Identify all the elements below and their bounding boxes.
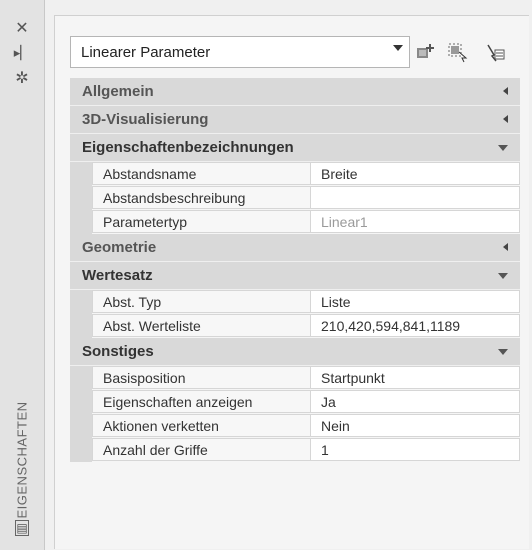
property-name: Eigenschaften anzeigen <box>92 390 310 413</box>
palette-toolstrip: ✕ ▸▏ ✲ EIGENSCHAFTEN ▤ <box>0 0 45 550</box>
row-gutter <box>70 314 92 338</box>
row-gutter <box>70 366 92 390</box>
section-title: 3D-Visualisierung <box>82 111 209 128</box>
select-objects-icon[interactable] <box>446 41 468 63</box>
property-value[interactable]: 210,420,594,841,1189 <box>310 314 520 337</box>
chevron-down-icon[interactable] <box>498 145 508 151</box>
property-row[interactable]: Abst. Typ Liste <box>70 290 520 314</box>
chevron-left-icon[interactable] <box>503 115 508 123</box>
property-row[interactable]: Abst. Werteliste 210,420,594,841,1189 <box>70 314 520 338</box>
property-row[interactable]: Parametertyp Linear1 <box>70 210 520 234</box>
property-name: Abstandsname <box>92 162 310 185</box>
property-value[interactable]: Ja <box>310 390 520 413</box>
row-gutter <box>70 414 92 438</box>
property-row[interactable]: Basisposition Startpunkt <box>70 366 520 390</box>
property-row[interactable]: Aktionen verketten Nein <box>70 414 520 438</box>
chevron-down-icon[interactable] <box>498 349 508 355</box>
row-gutter <box>70 438 92 462</box>
chevron-down-icon[interactable] <box>498 273 508 279</box>
section-title: Allgemein <box>82 83 154 100</box>
row-gutter <box>70 162 92 186</box>
property-name: Anzahl der Griffe <box>92 438 310 461</box>
object-type-dropdown[interactable]: Linearer Parameter <box>70 36 410 68</box>
palette-title: EIGENSCHAFTEN <box>14 401 30 519</box>
chevron-left-icon[interactable] <box>503 87 508 95</box>
toggle-pickadd-icon[interactable] <box>484 41 506 63</box>
property-row[interactable]: Eigenschaften anzeigen Ja <box>70 390 520 414</box>
chevron-down-icon <box>393 45 403 51</box>
object-type-value: Linearer Parameter <box>81 44 211 61</box>
section-allgemein[interactable]: Allgemein <box>70 78 520 106</box>
settings-icon[interactable]: ✲ <box>11 68 33 90</box>
property-row[interactable]: Abstandsname Breite <box>70 162 520 186</box>
property-value[interactable]: Breite <box>310 162 520 185</box>
property-name: Abst. Typ <box>92 290 310 313</box>
row-gutter <box>70 186 92 210</box>
property-name: Aktionen verketten <box>92 414 310 437</box>
section-sonstiges[interactable]: Sonstiges <box>70 338 520 366</box>
property-value: Linear1 <box>310 210 520 233</box>
property-value[interactable]: 1 <box>310 438 520 461</box>
section-title: Eigenschaftenbezeichnungen <box>82 139 294 156</box>
property-name: Abst. Werteliste <box>92 314 310 337</box>
pin-icon[interactable]: ▸▏ <box>11 42 33 64</box>
close-icon[interactable]: ✕ <box>11 18 33 40</box>
property-value[interactable] <box>310 186 520 209</box>
section-geometrie[interactable]: Geometrie <box>70 234 520 262</box>
row-gutter <box>70 290 92 314</box>
section-eigenschaftenbezeichnungen[interactable]: Eigenschaftenbezeichnungen <box>70 134 520 162</box>
property-value[interactable]: Liste <box>310 290 520 313</box>
property-value[interactable]: Nein <box>310 414 520 437</box>
row-gutter <box>70 210 92 234</box>
section-wertesatz[interactable]: Wertesatz <box>70 262 520 290</box>
quick-select-icon[interactable] <box>414 41 436 63</box>
properties-window: ✕ ▸▏ ✲ EIGENSCHAFTEN ▤ Linearer Paramete… <box>0 0 532 550</box>
section-title: Geometrie <box>82 239 157 256</box>
property-row[interactable]: Anzahl der Griffe 1 <box>70 438 520 462</box>
section-title: Wertesatz <box>82 267 153 284</box>
properties-icon[interactable]: ▤ <box>15 520 29 536</box>
section-title: Sonstiges <box>82 343 154 360</box>
property-name: Basisposition <box>92 366 310 389</box>
row-gutter <box>70 390 92 414</box>
property-name: Parametertyp <box>92 210 310 233</box>
chevron-left-icon[interactable] <box>503 243 508 251</box>
section-3d[interactable]: 3D-Visualisierung <box>70 106 520 134</box>
property-value[interactable]: Startpunkt <box>310 366 520 389</box>
property-row[interactable]: Abstandsbeschreibung <box>70 186 520 210</box>
property-name: Abstandsbeschreibung <box>92 186 310 209</box>
